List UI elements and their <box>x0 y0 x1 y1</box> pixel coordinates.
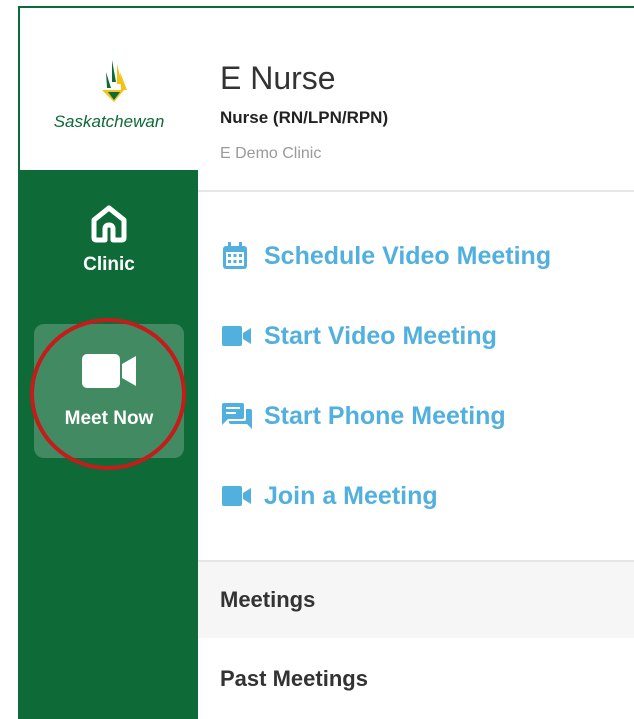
action-label: Start Phone Meeting <box>264 401 506 430</box>
sidebar-item-clinic[interactable]: Clinic <box>34 192 184 300</box>
schedule-video-meeting-link[interactable]: Schedule Video Meeting <box>222 236 551 276</box>
video-camera-icon <box>222 482 252 510</box>
user-name: E Nurse <box>220 60 336 96</box>
main-panel: E Nurse Nurse (RN/LPN/RPN) E Demo Clinic <box>198 8 634 719</box>
section-label: Past Meetings <box>220 666 368 691</box>
start-video-meeting-link[interactable]: Start Video Meeting <box>222 316 497 356</box>
highlight-annotation-circle <box>30 318 186 470</box>
video-camera-icon <box>222 322 252 350</box>
app-window: Saskatchewan Clinic Meet Now E Nurse Nur… <box>0 0 634 719</box>
action-label: Schedule Video Meeting <box>264 241 552 270</box>
user-header: E Nurse Nurse (RN/LPN/RPN) E Demo Clinic <box>198 8 634 192</box>
logo-text: Saskatchewan <box>53 112 165 131</box>
sidebar-item-label: Clinic <box>83 254 135 275</box>
action-label: Start Video Meeting <box>264 321 497 350</box>
section-label: Meetings <box>220 587 316 612</box>
user-role: Nurse (RN/LPN/RPN) <box>220 108 389 127</box>
calendar-icon <box>222 242 252 270</box>
wheat-logo-icon <box>102 60 127 102</box>
join-meeting-link[interactable]: Join a Meeting <box>222 476 438 516</box>
past-meetings-section-tab[interactable]: Past Meetings <box>198 640 634 718</box>
clinic-name: E Demo Clinic <box>220 145 322 162</box>
logo-area: Saskatchewan <box>20 8 198 170</box>
home-icon <box>91 205 127 243</box>
chat-icon <box>222 402 252 430</box>
action-label: Join a Meeting <box>264 481 438 510</box>
meetings-section-tab[interactable]: Meetings <box>198 560 634 638</box>
start-phone-meeting-link[interactable]: Start Phone Meeting <box>222 396 506 436</box>
